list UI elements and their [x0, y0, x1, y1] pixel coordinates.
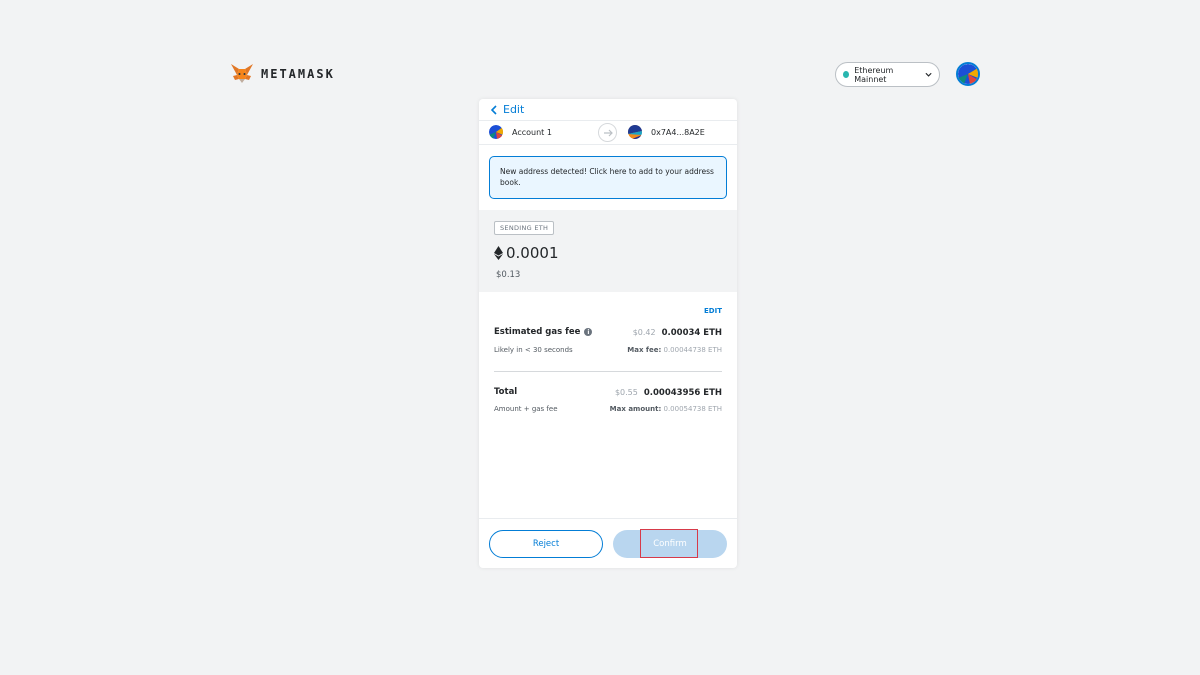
send-amount-section: SENDING ETH 0.0001 $0.13 — [479, 210, 737, 292]
brand[interactable]: METAMASK — [231, 64, 335, 83]
gas-max-fee-label: Max fee: — [627, 346, 662, 354]
gas-fee-timing: Likely in < 30 seconds — [494, 346, 573, 354]
gas-fee-label-text: Estimated gas fee — [494, 327, 581, 337]
edit-back-link[interactable]: Edit — [491, 103, 524, 116]
arrow-right-icon — [598, 123, 617, 142]
new-address-alert[interactable]: New address detected! Click here to add … — [489, 156, 727, 199]
info-icon[interactable]: i — [584, 328, 593, 336]
total-usd: $0.55 — [614, 388, 638, 397]
network-name: Ethereum Mainnet — [854, 65, 894, 84]
identicon-icon — [958, 64, 978, 84]
chevron-down-icon — [925, 72, 932, 77]
brand-name: METAMASK — [261, 66, 335, 81]
edit-gas-link[interactable]: EDIT — [704, 307, 722, 315]
gas-max-fee-value: 0.00044738 ETH — [663, 346, 723, 354]
chevron-left-icon — [491, 104, 497, 115]
send-amount: 0.0001 — [494, 244, 559, 262]
account-avatar[interactable] — [956, 62, 980, 86]
recipient-address: 0x7A4...8A2E — [651, 127, 705, 137]
gas-fee-eth: 0.00034 ETH — [661, 328, 722, 338]
total-eth: 0.00043956 ETH — [643, 388, 722, 398]
network-selector[interactable]: Ethereum Mainnet — [835, 62, 940, 87]
confirm-highlight-box — [640, 529, 698, 558]
sender-identicon-icon — [489, 125, 503, 139]
total-sub: Amount + gas fee — [494, 405, 558, 413]
total-values: $0.55 0.00043956 ETH — [615, 388, 722, 398]
total-label: Total — [494, 387, 517, 397]
fox-logo-icon — [231, 64, 253, 83]
send-amount-value: 0.0001 — [506, 244, 559, 262]
total-label-text: Total — [494, 387, 518, 397]
total-max-value: 0.00054738 ETH — [663, 405, 723, 413]
gas-fee-values: $0.42 0.00034 ETH — [633, 328, 722, 338]
total-max-label: Max amount: — [609, 405, 662, 413]
recipient-account[interactable]: 0x7A4...8A2E — [628, 125, 705, 139]
sender-account[interactable]: Account 1 — [489, 125, 552, 139]
sending-eth-badge: SENDING ETH — [494, 221, 555, 235]
sender-account-name: Account 1 — [512, 127, 552, 137]
fiat-amount: $0.13 — [496, 270, 521, 280]
total-max-amount: Max amount: 0.00054738 ETH — [610, 405, 722, 413]
recipient-identicon-icon — [628, 125, 642, 139]
section-divider — [494, 371, 722, 372]
gas-fee-label: Estimated gas fee i — [494, 327, 593, 337]
gas-max-fee: Max fee: 0.00044738 ETH — [627, 346, 722, 354]
network-status-dot — [843, 71, 850, 78]
sender-recipient-row: Account 1 0x7A4...8A2E — [479, 120, 737, 145]
gas-fee-usd: $0.42 — [632, 328, 656, 337]
confirm-transaction-card: Edit Account 1 0x7A4...8A2E New address … — [479, 99, 737, 568]
reject-button[interactable]: Reject — [489, 530, 603, 558]
edit-back-label: Edit — [503, 103, 525, 116]
ethereum-icon — [494, 246, 503, 260]
action-footer: Reject Confirm — [479, 518, 737, 568]
